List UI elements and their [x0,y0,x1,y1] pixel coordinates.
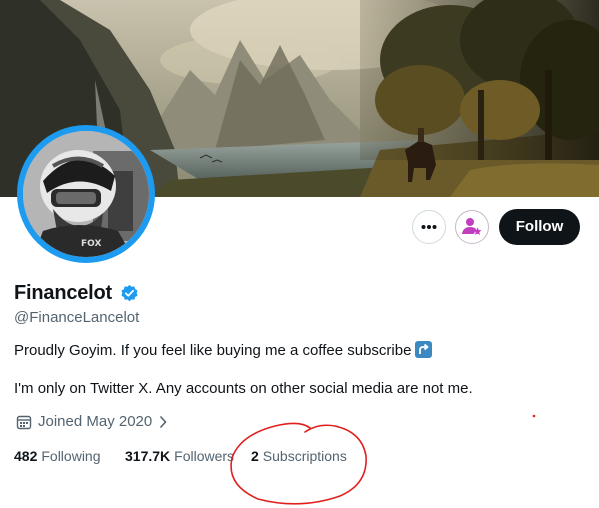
user-handle: @FinanceLancelot [14,309,140,326]
followers-count: 317.7K [125,448,171,464]
profile-page: FOX Follow Financelot @FinanceLancelot P… [0,0,599,508]
svg-text:FOX: FOX [81,239,101,249]
following-link[interactable]: 482 Following [14,448,101,464]
subscribe-button[interactable] [455,210,489,244]
calendar-icon [16,415,32,429]
subscriptions-link[interactable]: 2 Subscriptions [251,448,347,464]
subscriptions-label: Subscriptions [262,448,347,464]
verified-badge-icon[interactable] [120,284,139,303]
joined-date-link[interactable]: Joined May 2020 [16,413,168,430]
subscriptions-count: 2 [251,448,259,464]
bio-line-2: I'm only on Twitter X. Any accounts on o… [14,380,473,397]
more-icon [421,225,437,229]
bio-line: Proudly Goyim. If you feel like buying m… [14,341,433,359]
joined-date-text: Joined May 2020 [38,413,153,430]
arrow-up-right-emoji-icon [415,341,433,358]
followers-link[interactable]: 317.7K Followers [125,448,234,464]
following-count: 482 [14,448,38,464]
user-star-icon [462,218,482,235]
chevron-right-icon [160,415,167,428]
followers-label: Followers [174,448,235,464]
more-options-button[interactable] [412,210,446,244]
avatar[interactable]: FOX [23,131,149,257]
following-label: Following [41,448,101,464]
bio-text: Proudly Goyim. If you feel like buying m… [14,342,412,359]
follow-button[interactable]: Follow [499,209,580,245]
display-name: Financelot [14,282,113,304]
